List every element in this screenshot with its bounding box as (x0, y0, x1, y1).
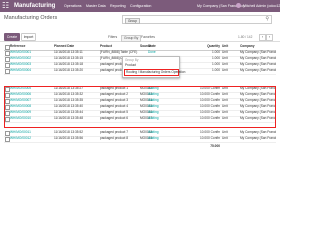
create-button[interactable]: Create (4, 33, 20, 41)
cell-date: 11/16/2018 13:35:18 (54, 62, 84, 66)
cell-state: Waiting (148, 130, 159, 134)
cell-reference: WH/MO/00002 (10, 56, 32, 60)
groupby-option-product[interactable]: Product (125, 63, 136, 68)
cell-product: packaged product 8 (100, 136, 128, 140)
cell-company: My Company (San Francisco) (240, 136, 276, 140)
cell-unit: Unit (222, 56, 228, 60)
cell-reference: WH/MO/00012 (10, 136, 32, 140)
search-facet[interactable]: Group (125, 17, 140, 24)
highlight-box (4, 86, 276, 128)
cell-unit: Unit (222, 136, 228, 140)
cell-date: 11/16/2018 13:35:15 (54, 56, 84, 60)
app-name[interactable]: Manufacturing (14, 2, 55, 10)
cell-company: My Company (San Francisco) (240, 68, 276, 72)
table-footer: 75.000 (4, 144, 276, 150)
control-panel: Manufacturing Orders Group ⚲ Create Impo… (0, 12, 280, 42)
cell-quantity: 1.000 (212, 50, 220, 54)
cell-unit: Unit (222, 50, 228, 54)
cell-date: 11/16/2018 13:35:52 (54, 130, 84, 134)
favorites-button[interactable]: Favorites (141, 34, 155, 40)
cell-unit: Unit (222, 130, 228, 134)
cell-state: Done (148, 50, 156, 54)
pager-next-icon[interactable]: › (266, 34, 273, 41)
column-state[interactable]: State (148, 44, 178, 50)
filters-button[interactable]: Filters (108, 34, 117, 40)
apps-menu-icon[interactable]: ☷ (2, 2, 10, 10)
cell-reference: WH/MO/00003 (10, 62, 32, 66)
groupby-option-routing[interactable]: Routing / Manufacturing Orders Operation (124, 69, 185, 76)
cell-unit: Unit (222, 62, 228, 66)
cell-reference: WH/MO/00011 (10, 130, 31, 134)
column-unit[interactable]: Unit (222, 44, 240, 50)
cell-company: My Company (San Francisco) (240, 56, 276, 60)
cell-quantity: 1.000 (212, 62, 220, 66)
import-button[interactable]: Import (21, 33, 36, 41)
cell-product: [FURN_8888] Table (CFE) (100, 50, 138, 54)
cell-company: My Company (San Francisco) (240, 50, 276, 54)
groupby-button[interactable]: Group By (121, 34, 142, 42)
column-quantity[interactable]: Quantity (200, 44, 220, 50)
cell-quantity: 1.000 (212, 56, 220, 60)
menu-master-data[interactable]: Master Data (86, 3, 106, 9)
user-menu[interactable]: Mitchell Admin (odoo12) (243, 3, 282, 9)
total-quantity: 75.000 (210, 144, 220, 148)
cell-company: My Company (San Francisco) (240, 130, 276, 134)
cell-quantity: 10.000 Confirmed (200, 136, 220, 140)
cell-company: My Company (San Francisco) (240, 62, 276, 66)
groupby-dropdown: Group By Product Routing / Manufacturing… (122, 56, 185, 78)
cell-state: Waiting (148, 136, 159, 140)
menu-configuration[interactable]: Configuration (130, 3, 151, 9)
menu-reporting[interactable]: Reporting (110, 3, 126, 9)
column-planned-date[interactable]: Planned Date (54, 44, 98, 50)
row-checkbox[interactable] (5, 69, 10, 74)
cell-quantity: 1.000 (212, 68, 220, 72)
breadcrumb: Manufacturing Orders (4, 15, 58, 21)
cell-date: 11/16/2018 13:35:20 (54, 68, 84, 72)
column-product[interactable]: Product (100, 44, 140, 50)
cell-quantity: 10.000 Confirmed (200, 130, 220, 134)
column-company[interactable]: Company (240, 44, 276, 50)
cell-reference: WH/MO/00001 (10, 50, 32, 54)
table-row[interactable]: WH/MO/00012 11/16/2018 13:35:56 packaged… (4, 136, 276, 143)
column-reference[interactable]: Reference (10, 44, 60, 50)
top-navbar: ☷ Manufacturing Operations Master Data R… (0, 0, 282, 12)
cell-product: packaged product 7 (100, 130, 128, 134)
search-input[interactable]: Group ⚲ (122, 15, 272, 24)
pager-value: 1-80 / 142 (238, 35, 253, 39)
cell-date: 11/16/2018 13:35:56 (54, 136, 84, 140)
cell-date: 11/16/2018 13:35:11 (54, 50, 83, 54)
pager-prev-icon[interactable]: ‹ (259, 34, 266, 41)
cell-reference: WH/MO/00004 (10, 68, 32, 72)
menu-operations[interactable]: Operations (64, 3, 82, 9)
cell-unit: Unit (222, 68, 228, 72)
avatar[interactable] (236, 3, 241, 8)
row-checkbox[interactable] (5, 137, 10, 142)
dropdown-header: Group By (125, 58, 139, 62)
search-icon[interactable]: ⚲ (265, 16, 269, 23)
